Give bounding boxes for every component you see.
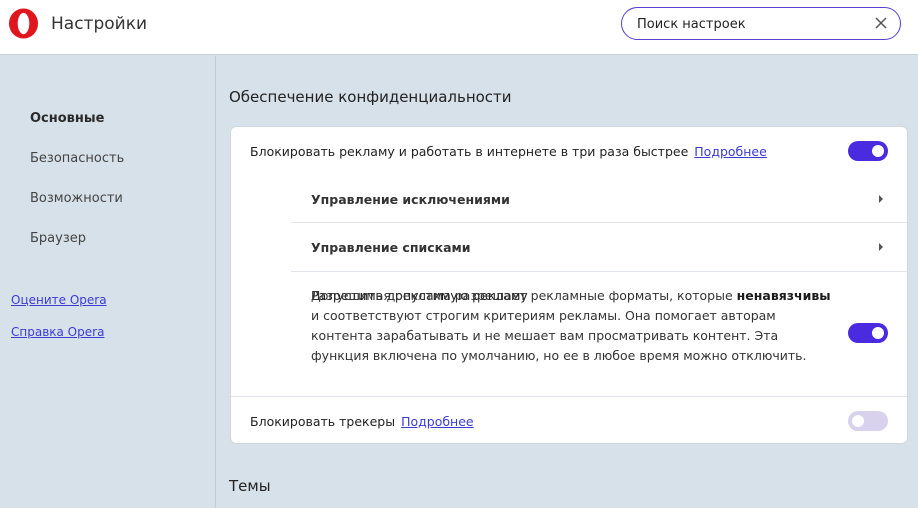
toggle-knob <box>872 145 884 157</box>
desc-part: Допустимая реклама разрешает рекламные ф… <box>311 288 737 303</box>
block-ads-label: Блокировать рекламу и работать в интерне… <box>250 144 767 159</box>
block-ads-row: Блокировать рекламу и работать в интерне… <box>231 127 907 175</box>
sidebar: Основные Безопасность Возможности Браузе… <box>0 56 216 508</box>
search-input[interactable] <box>637 14 867 34</box>
top-bar: Настройки <box>0 0 918 55</box>
chevron-right-icon <box>879 195 883 203</box>
manage-lists-label: Управление списками <box>311 240 471 255</box>
page-title: Настройки <box>51 14 148 34</box>
block-trackers-text: Блокировать трекеры <box>250 414 396 429</box>
acceptable-ads-toggle[interactable] <box>848 323 888 343</box>
block-ads-toggle[interactable] <box>848 141 888 161</box>
opera-help-link[interactable]: Справка Opera <box>11 325 104 339</box>
desc-bold: ненавязчивы <box>736 288 831 303</box>
manage-exceptions-label: Управление исключениями <box>311 192 510 207</box>
acceptable-ads-description: Допустимая реклама разрешает рекламные ф… <box>311 286 831 366</box>
block-trackers-more-link[interactable]: Подробнее <box>401 414 474 429</box>
opera-logo-icon[interactable] <box>8 8 39 39</box>
chevron-right-icon <box>879 243 883 251</box>
manage-lists-row[interactable]: Управление списками <box>231 223 907 271</box>
manage-exceptions-row[interactable]: Управление исключениями <box>231 175 907 223</box>
rate-opera-link[interactable]: Оцените Opera <box>11 293 107 307</box>
privacy-section-title: Обеспечение конфиденциальности <box>229 88 512 106</box>
sidebar-item-browser[interactable]: Браузер <box>30 231 86 246</box>
block-trackers-row: Блокировать трекеры Подробнее <box>231 397 907 445</box>
block-ads-text: Блокировать рекламу и работать в интерне… <box>250 144 689 159</box>
toggle-knob <box>872 327 884 339</box>
toggle-knob <box>852 415 864 427</box>
block-trackers-toggle[interactable] <box>848 411 888 431</box>
search-box[interactable] <box>621 7 901 40</box>
sidebar-item-features[interactable]: Возможности <box>30 191 123 206</box>
privacy-card: Блокировать рекламу и работать в интерне… <box>230 126 908 444</box>
close-icon[interactable] <box>873 15 889 31</box>
themes-section-title: Темы <box>229 477 271 495</box>
desc-part: и соответствуют строгим критериям реклам… <box>311 308 807 363</box>
sidebar-item-security[interactable]: Безопасность <box>30 151 124 166</box>
block-ads-more-link[interactable]: Подробнее <box>694 144 767 159</box>
block-trackers-label: Блокировать трекеры Подробнее <box>250 414 474 429</box>
sidebar-item-basic[interactable]: Основные <box>30 111 104 126</box>
